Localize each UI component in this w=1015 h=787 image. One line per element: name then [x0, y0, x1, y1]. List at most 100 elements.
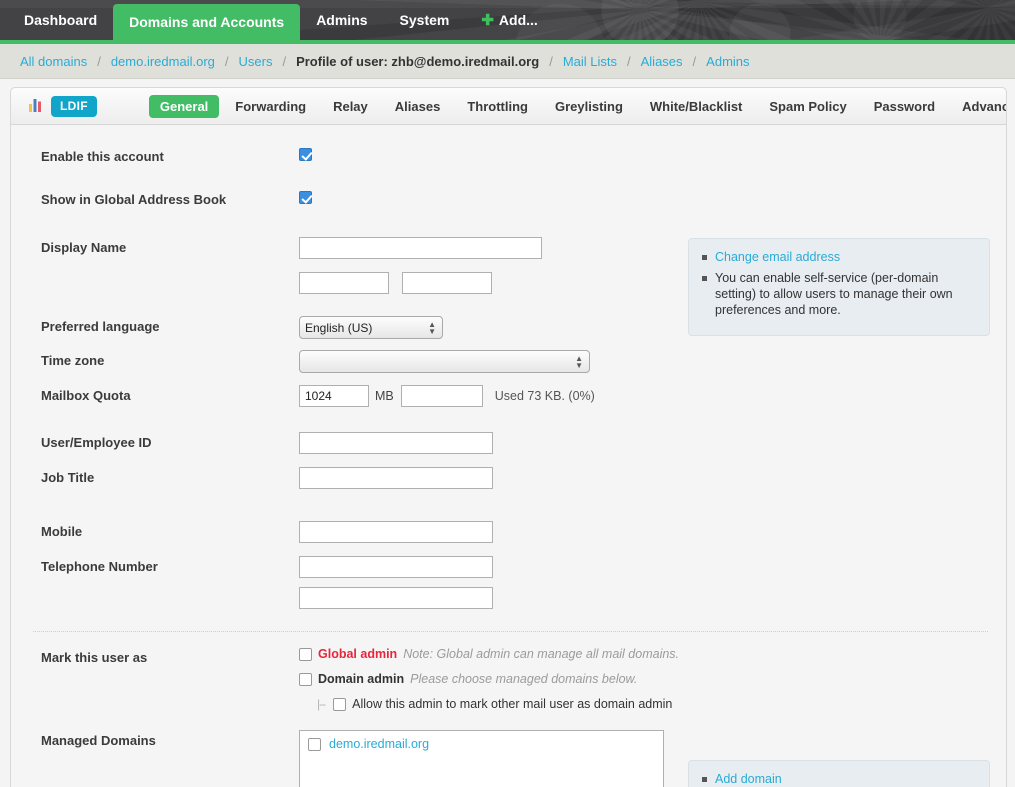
breadcrumb-separator: /: [627, 53, 631, 69]
preferred-language-label: Preferred language: [41, 319, 160, 334]
timezone-select[interactable]: [299, 350, 590, 373]
quota-extra-input[interactable]: [400, 385, 483, 407]
job-title-label: Job Title: [41, 470, 95, 485]
breadcrumb-aliases[interactable]: Aliases: [641, 54, 683, 69]
breadcrumb-separator: /: [692, 53, 697, 69]
job-title-control: [299, 467, 1006, 489]
row-mark-user-as: Mark this user as Global admin Note: Glo…: [11, 647, 1006, 711]
info-item-change-email: Change email address: [702, 249, 977, 265]
allow-mark-row: |-- Allow this admin to mark other mail …: [317, 697, 1006, 711]
breadcrumb-all-domains[interactable]: All domains: [20, 54, 87, 69]
timezone-label: Time zone: [41, 353, 105, 368]
managed-domain-link[interactable]: demo.iredmail.org: [329, 737, 429, 751]
nav-item-domains-and-accounts[interactable]: Domains and Accounts: [113, 4, 301, 40]
telephone-input[interactable]: [299, 556, 493, 578]
global-admin-label: Global admin: [318, 647, 398, 661]
breadcrumb-admins[interactable]: Admins: [706, 54, 749, 69]
row-timezone: Time zone ▲ ▼: [11, 350, 1006, 376]
managed-domains-label: Managed Domains: [41, 733, 156, 748]
show-gab-label: Show in Global Address Book: [41, 192, 227, 207]
nav-item-dashboard[interactable]: Dashboard: [8, 0, 113, 40]
global-admin-checkbox[interactable]: [299, 647, 312, 661]
display-name-input[interactable]: [299, 237, 542, 259]
domain-admin-checkbox[interactable]: [299, 672, 312, 686]
domain-admin-label: Domain admin: [318, 672, 405, 686]
change-email-link[interactable]: Change email address: [715, 250, 840, 264]
tab-aliases[interactable]: Aliases: [384, 95, 452, 118]
mobile-input[interactable]: [299, 521, 493, 543]
allow-mark-checkbox[interactable]: [333, 697, 347, 711]
quota-unit-label: MB: [375, 389, 394, 403]
nav-item-admins[interactable]: Admins: [300, 0, 383, 40]
row-mobile: Mobile: [11, 521, 1006, 547]
add-domain-list: Add domain: [699, 771, 977, 787]
nav-item-label: System: [399, 12, 450, 28]
tab-spam-policy[interactable]: Spam Policy: [758, 95, 857, 118]
section-divider: [33, 631, 988, 632]
telephone-control: [299, 556, 1006, 609]
tab-advanced[interactable]: Advanced: [951, 95, 1006, 118]
enable-account-checkbox[interactable]: [299, 148, 312, 162]
domain-admin-row: Domain admin Please choose managed domai…: [299, 672, 1006, 686]
nav-item-label: Add...: [498, 12, 538, 28]
tab-relay[interactable]: Relay: [322, 95, 379, 118]
timezone-control: ▲ ▼: [299, 350, 1006, 373]
row-enable-account: Enable this account: [11, 146, 1006, 172]
telephone-label: Telephone Number: [41, 559, 158, 574]
add-domain-item: Add domain: [702, 771, 977, 787]
telephone-extra-input[interactable]: [299, 587, 493, 609]
employee-id-input[interactable]: [299, 432, 493, 454]
nav-item-system[interactable]: System: [384, 0, 466, 40]
display-name-first-input[interactable]: [299, 272, 389, 294]
tab-forwarding[interactable]: Forwarding: [224, 95, 317, 118]
breadcrumb-current-profile: Profile of user: zhb@demo.iredmail.org: [296, 53, 540, 69]
info-box-list: Change email address You can enable self…: [699, 249, 977, 318]
display-name-label: Display Name: [41, 240, 127, 255]
info-item-self-service: You can enable self-service (per-domain …: [702, 270, 977, 318]
tab-throttling[interactable]: Throttling: [456, 95, 539, 118]
breadcrumb-users[interactable]: Users: [239, 54, 273, 69]
nav-item-add[interactable]: ✚ Add...: [465, 0, 553, 40]
job-title-input[interactable]: [299, 467, 493, 489]
breadcrumb-separator: /: [282, 53, 287, 69]
add-domain-link[interactable]: Add domain: [715, 772, 782, 786]
content-panel: LDIF General Forwarding Relay Aliases Th…: [10, 87, 1007, 787]
ldif-badge[interactable]: LDIF: [51, 95, 97, 117]
tab-general[interactable]: General: [148, 94, 220, 118]
tab-white-blacklist[interactable]: White/Blacklist: [639, 95, 753, 118]
mark-user-control: Global admin Note: Global admin can mana…: [299, 647, 1006, 711]
row-employee-id: User/Employee ID: [11, 432, 1006, 458]
breadcrumb-separator: /: [224, 53, 229, 69]
quota-input[interactable]: [299, 385, 369, 407]
managed-domain-checkbox[interactable]: [308, 737, 321, 751]
show-gab-control: [299, 189, 1006, 205]
show-gab-checkbox[interactable]: [299, 191, 312, 205]
global-admin-row: Global admin Note: Global admin can mana…: [299, 647, 1006, 661]
row-telephone: Telephone Number: [11, 556, 1006, 609]
list-item: demo.iredmail.org: [308, 737, 655, 751]
tree-indent-icon: |--: [317, 697, 326, 711]
employee-id-label: User/Employee ID: [41, 435, 152, 450]
allow-mark-label: Allow this admin to mark other mail user…: [352, 697, 673, 711]
breadcrumb-domain[interactable]: demo.iredmail.org: [111, 54, 215, 69]
timezone-select-wrap: ▲ ▼: [299, 350, 590, 373]
breadcrumb: All domains / demo.iredmail.org / Users …: [0, 44, 1015, 79]
row-mailbox-quota: Mailbox Quota MB Used 73 KB. (0%): [11, 385, 1006, 411]
preferred-language-select[interactable]: English (US): [299, 316, 443, 339]
display-name-last-input[interactable]: [401, 272, 492, 294]
profile-tabs: General Forwarding Relay Aliases Throttl…: [148, 94, 1006, 118]
quota-used-text: Used 73 KB. (0%): [494, 389, 595, 403]
mobile-label: Mobile: [41, 524, 83, 539]
quota-control: MB Used 73 KB. (0%): [299, 385, 1006, 407]
domain-admin-note: Please choose managed domains below.: [410, 672, 638, 686]
enable-account-label: Enable this account: [41, 149, 164, 164]
nav-item-label: Domains and Accounts: [129, 14, 285, 30]
breadcrumb-mail-lists[interactable]: Mail Lists: [563, 54, 617, 69]
employee-id-control: [299, 432, 1006, 454]
tab-greylisting[interactable]: Greylisting: [544, 95, 634, 118]
top-navigation-bar: Dashboard Domains and Accounts Admins Sy…: [0, 0, 1015, 44]
add-domain-box: Add domain: [688, 760, 990, 787]
plus-icon: ✚: [481, 12, 494, 29]
tab-password[interactable]: Password: [863, 95, 946, 118]
bar-chart-icon[interactable]: [29, 98, 44, 115]
